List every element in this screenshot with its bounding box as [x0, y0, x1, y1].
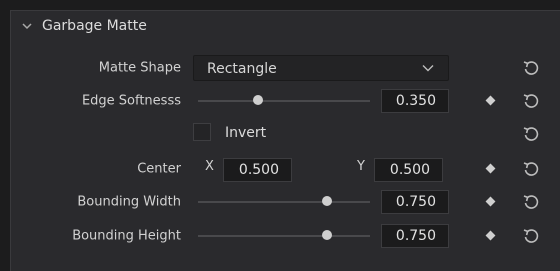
bounding-height-row: Bounding Height 0.750 — [0, 221, 560, 251]
chevron-down-icon — [422, 65, 434, 72]
matte-shape-label: Matte Shape — [98, 60, 181, 76]
invert-checkbox[interactable] — [193, 123, 211, 141]
matte-shape-dropdown[interactable]: Rectangle — [193, 55, 449, 81]
matte-shape-value: Rectangle — [207, 61, 277, 77]
bounding-width-value[interactable]: 0.750 — [381, 190, 449, 214]
keyframe-diamond-icon[interactable] — [485, 230, 496, 241]
invert-label: Invert — [225, 125, 267, 141]
edge-softness-slider[interactable] — [198, 100, 370, 102]
reset-icon[interactable] — [521, 226, 541, 246]
bounding-width-slider[interactable] — [198, 201, 370, 203]
center-x-value[interactable]: 0.500 — [223, 158, 292, 182]
edge-softness-row: Edge Softnesss 0.350 — [0, 86, 560, 116]
center-row: Center X 0.500 Y 0.500 — [0, 154, 560, 184]
invert-row: Invert — [0, 119, 560, 149]
center-y-label: Y — [357, 159, 365, 174]
bounding-width-slider-thumb[interactable] — [322, 196, 332, 206]
reset-icon[interactable] — [521, 91, 541, 111]
matte-shape-row: Matte Shape Rectangle — [0, 53, 560, 83]
section-header[interactable]: Garbage Matte — [22, 18, 147, 34]
edge-softness-label: Edge Softnesss — [81, 93, 181, 109]
keyframe-diamond-icon[interactable] — [485, 163, 496, 174]
keyframe-diamond-icon[interactable] — [485, 95, 496, 106]
center-x-label: X — [205, 159, 214, 174]
bounding-height-label: Bounding Height — [72, 228, 181, 244]
reset-icon[interactable] — [521, 159, 541, 179]
edge-softness-slider-thumb[interactable] — [253, 95, 264, 105]
reset-icon[interactable] — [521, 124, 541, 144]
section-title: Garbage Matte — [42, 18, 147, 34]
keyframe-diamond-icon[interactable] — [485, 196, 496, 207]
chevron-down-icon[interactable] — [22, 21, 32, 31]
center-label: Center — [137, 161, 181, 177]
bounding-height-value[interactable]: 0.750 — [381, 224, 449, 248]
edge-softness-value[interactable]: 0.350 — [381, 89, 449, 113]
reset-icon[interactable] — [521, 192, 541, 212]
center-y-value[interactable]: 0.500 — [374, 158, 443, 182]
bounding-height-slider-thumb[interactable] — [322, 230, 332, 240]
bounding-width-label: Bounding Width — [77, 194, 181, 210]
reset-icon[interactable] — [521, 58, 541, 78]
bounding-height-slider[interactable] — [198, 235, 370, 237]
bounding-width-row: Bounding Width 0.750 — [0, 187, 560, 217]
